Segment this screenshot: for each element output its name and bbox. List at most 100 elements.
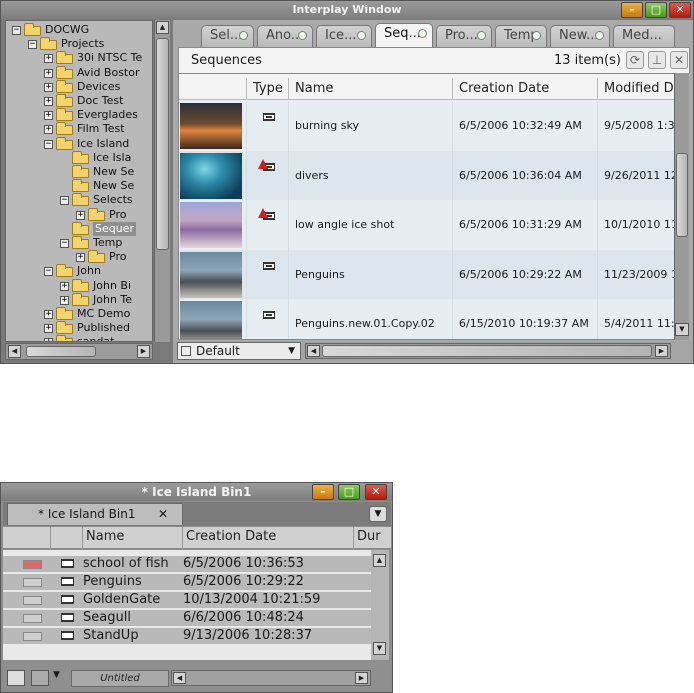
- bin-item-date: 9/13/2006 10:28:37: [183, 628, 313, 643]
- color-swatch[interactable]: [23, 614, 42, 623]
- maximize-button[interactable]: □: [338, 484, 360, 500]
- expand-icon[interactable]: +: [76, 253, 85, 263]
- tree-horizontal-scrollbar[interactable]: ◀ ▶: [5, 343, 153, 360]
- expand-icon[interactable]: +: [44, 111, 53, 121]
- column-duration[interactable]: Dur: [354, 527, 391, 549]
- scroll-left-arrow-icon[interactable]: ◀: [8, 345, 21, 358]
- sequence-icon: [263, 113, 275, 121]
- bin-vertical-scrollbar[interactable]: ▲ ▼: [371, 550, 389, 660]
- collapse-icon[interactable]: −: [44, 267, 53, 277]
- bin-row[interactable]: Seagull 6/6/2006 10:48:24: [3, 610, 373, 626]
- scroll-thumb[interactable]: [26, 346, 96, 357]
- expand-icon[interactable]: +: [44, 338, 53, 341]
- color-swatch[interactable]: [23, 578, 42, 587]
- color-swatch[interactable]: [23, 632, 42, 641]
- refresh-icon[interactable]: ⟳: [626, 51, 644, 69]
- scroll-right-arrow-icon[interactable]: ▶: [355, 672, 368, 684]
- name-cell: low angle ice shot: [289, 200, 453, 250]
- column-name[interactable]: Name: [83, 527, 183, 549]
- expand-icon[interactable]: +: [44, 82, 53, 92]
- tab-1[interactable]: Ano...: [257, 25, 313, 47]
- bin-row[interactable]: StandUp 9/13/2006 10:28:37: [3, 628, 373, 644]
- interplay-title-bar[interactable]: Interplay Window – □ ✕: [1, 1, 693, 19]
- column-thumb[interactable]: [179, 78, 247, 100]
- tree-vertical-scrollbar[interactable]: ▲: [154, 20, 170, 342]
- scroll-thumb[interactable]: [322, 345, 652, 357]
- scroll-left-arrow-icon[interactable]: ◀: [173, 672, 186, 684]
- scroll-right-arrow-icon[interactable]: ▶: [137, 345, 150, 358]
- column-color[interactable]: [3, 527, 51, 549]
- tree-item-label: Ice Isla: [93, 150, 132, 164]
- expand-icon[interactable]: +: [60, 295, 69, 305]
- view-select[interactable]: Default ▼: [177, 342, 301, 360]
- expand-icon[interactable]: +: [44, 97, 53, 106]
- tab-bin[interactable]: * Ice Island Bin1 ✕: [7, 503, 183, 525]
- minimize-button[interactable]: –: [312, 484, 334, 500]
- tab-2[interactable]: Ice...: [316, 25, 372, 47]
- chevron-down-icon[interactable]: ▼: [53, 670, 60, 680]
- bin-row[interactable]: school of fish 6/5/2006 10:36:53: [3, 556, 373, 572]
- maximize-button[interactable]: □: [645, 2, 667, 18]
- close-icon[interactable]: ✕: [158, 504, 168, 524]
- tab-0[interactable]: Sel...: [201, 25, 254, 47]
- column-creation-date[interactable]: Creation Date: [183, 527, 354, 549]
- column-creation-date[interactable]: Creation Date: [453, 78, 598, 100]
- column-name[interactable]: Name: [289, 78, 453, 100]
- scroll-thumb[interactable]: [156, 38, 169, 250]
- tab-4[interactable]: Pro...: [436, 25, 492, 47]
- expand-icon[interactable]: +: [44, 125, 53, 135]
- type-cell: [247, 249, 289, 300]
- collapse-icon[interactable]: −: [28, 40, 37, 50]
- tree-item-label: Everglades: [77, 108, 138, 122]
- table-row[interactable]: low angle ice shot 6/5/2006 10:31:29 AM 10…: [179, 200, 678, 250]
- pin-icon[interactable]: ⊥: [648, 51, 666, 69]
- column-type[interactable]: Type: [247, 78, 289, 100]
- expand-icon[interactable]: +: [76, 210, 85, 220]
- expand-icon[interactable]: +: [44, 324, 53, 334]
- collapse-icon[interactable]: −: [60, 196, 69, 206]
- expand-icon[interactable]: +: [44, 68, 53, 78]
- close-button[interactable]: ✕: [365, 484, 387, 500]
- color-swatch[interactable]: [23, 560, 42, 569]
- close-icon[interactable]: ✕: [670, 51, 688, 69]
- expand-icon[interactable]: +: [60, 281, 69, 291]
- minimize-button[interactable]: –: [621, 2, 643, 18]
- table-row[interactable]: burning sky 6/5/2006 10:32:49 AM 9/5/2008 …: [179, 101, 678, 151]
- collapse-icon[interactable]: −: [60, 239, 69, 248]
- close-button[interactable]: ✕: [669, 2, 691, 18]
- collapse-icon[interactable]: −: [12, 26, 21, 35]
- bin-horizontal-scrollbar[interactable]: ◀ ▶: [171, 670, 371, 686]
- grid-vertical-scrollbar[interactable]: ▼: [674, 73, 689, 340]
- scroll-down-arrow-icon[interactable]: ▼: [373, 642, 386, 655]
- tab-5[interactable]: Temp: [495, 25, 547, 47]
- scroll-thumb[interactable]: [676, 153, 688, 237]
- bin-row[interactable]: GoldenGate 10/13/2004 10:21:59: [3, 592, 373, 608]
- scroll-up-arrow-icon[interactable]: ▲: [373, 554, 386, 567]
- tree-item-label: New Se: [93, 165, 135, 178]
- bin-view-select[interactable]: Untitled: [71, 670, 169, 687]
- list-view-icon[interactable]: [31, 670, 49, 686]
- bin-menu-button[interactable]: ▼: [369, 506, 387, 522]
- color-swatch[interactable]: [23, 596, 42, 605]
- tab-6[interactable]: New...: [550, 25, 610, 47]
- scroll-left-arrow-icon[interactable]: ◀: [307, 345, 320, 357]
- column-modified-date[interactable]: Modified Da: [598, 78, 678, 100]
- expand-icon[interactable]: +: [44, 310, 53, 319]
- collapse-icon[interactable]: −: [44, 139, 53, 149]
- bin-row[interactable]: Penguins 6/5/2006 10:29:22: [3, 574, 373, 590]
- table-row[interactable]: divers 6/5/2006 10:36:04 AM 9/26/2011 12:: [179, 150, 678, 201]
- tab-7[interactable]: Med...: [613, 25, 675, 47]
- table-row[interactable]: Penguins.new.01.Copy.02 6/15/2010 10:19:3…: [179, 299, 678, 339]
- tab-3[interactable]: Seq...: [375, 23, 433, 47]
- column-icon[interactable]: [51, 527, 83, 549]
- scroll-up-arrow-icon[interactable]: ▲: [156, 21, 169, 34]
- frame-view-icon[interactable]: [7, 670, 25, 686]
- bin-title-bar[interactable]: * Ice Island Bin1 – □ ✕: [1, 483, 392, 501]
- chevron-down-icon[interactable]: ▼: [288, 343, 295, 359]
- grid-horizontal-scrollbar[interactable]: ◀ ▶: [305, 343, 671, 359]
- expand-icon[interactable]: +: [44, 54, 53, 64]
- table-row[interactable]: Penguins 6/5/2006 10:29:22 AM 11/23/2009 1…: [179, 249, 678, 300]
- folder-icon: [56, 321, 73, 335]
- scroll-right-arrow-icon[interactable]: ▶: [655, 345, 668, 357]
- scroll-down-arrow-icon[interactable]: ▼: [675, 323, 689, 336]
